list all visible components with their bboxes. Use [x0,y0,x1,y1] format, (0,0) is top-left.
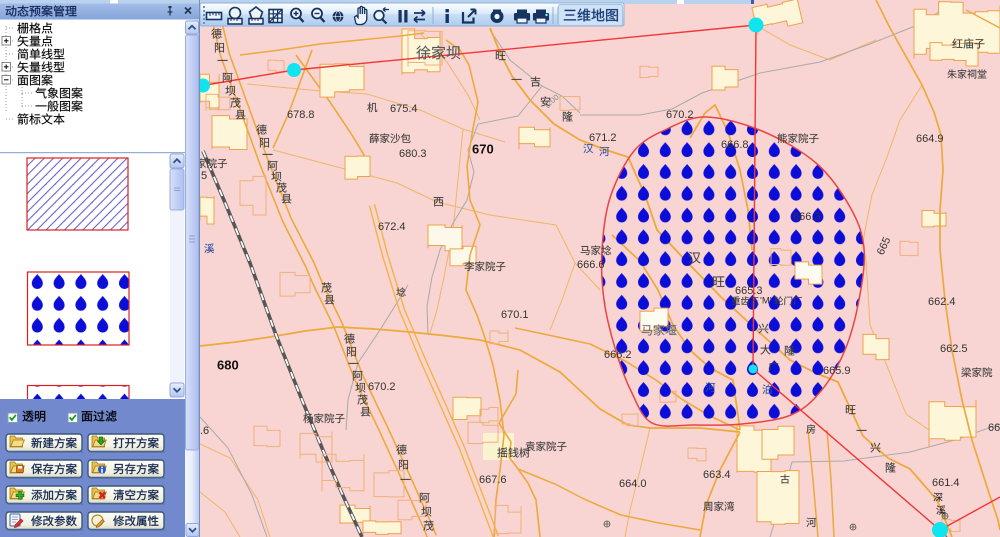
svg-text:663.4: 663.4 [703,469,731,481]
svg-text:680: 680 [217,357,239,372]
svg-text:670.1: 670.1 [501,309,529,321]
svg-text:66: 66 [988,422,1000,434]
svg-text:666.3: 666.3 [793,211,821,223]
svg-text:5: 5 [201,170,207,182]
svg-text:662.5: 662.5 [940,343,968,355]
svg-text:670.2: 670.2 [368,381,396,393]
svg-text:662.4: 662.4 [928,296,956,308]
svg-text:680.3: 680.3 [399,148,427,160]
svg-text:666.6: 666.6 [577,259,605,271]
svg-text:675.4: 675.4 [390,103,418,115]
svg-text:'M': 'M' [760,296,772,307]
svg-text:678.8: 678.8 [287,109,315,121]
svg-text:666.8: 666.8 [721,139,749,151]
svg-text:667.6: 667.6 [479,474,507,486]
svg-text:664.0: 664.0 [619,478,647,490]
svg-text:665.9: 665.9 [823,365,851,377]
svg-text:670.2: 670.2 [666,109,694,121]
svg-text:670: 670 [472,141,494,156]
svg-text:672.4: 672.4 [378,221,406,233]
svg-text:664.9: 664.9 [916,133,944,145]
svg-text:665.3: 665.3 [735,285,763,297]
svg-text:.6: .6 [200,425,209,437]
svg-text:661.4: 661.4 [932,477,960,489]
svg-text:671.2: 671.2 [589,132,617,144]
svg-text:666.2: 666.2 [604,349,632,361]
